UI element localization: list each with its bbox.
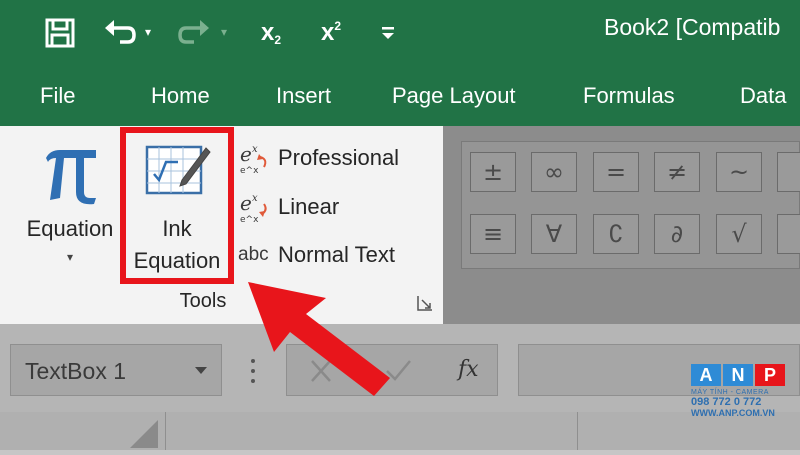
tab-formulas[interactable]: Formulas [583,66,675,126]
select-all-corner-icon[interactable] [128,418,160,450]
ink-equation-icon [144,142,212,202]
svg-text:e: e [240,191,252,215]
svg-text:x: x [252,193,258,204]
symbol-for-all[interactable]: ∀ [531,214,577,254]
name-box-dropdown-icon[interactable] [193,362,209,378]
redo-icon[interactable] [176,14,214,52]
logo-tagline: MÁY TÍNH - CAMERA [691,389,769,396]
normal-text-button[interactable]: abc Normal Text [238,238,395,272]
red-arrow-annotation [226,268,396,398]
superscript-2: 2 [334,19,342,33]
symbol-root[interactable]: √ [716,214,762,254]
symbol-complement[interactable]: ∁ [593,214,639,254]
professional-label: Professional [278,145,400,170]
redo-dropdown-icon[interactable]: ▾ [216,22,232,42]
svg-text:e^x: e^x [240,215,259,224]
ink-label-line2: Equation [133,248,221,273]
normal-text-label: Normal Text [278,242,395,267]
symbol-tilde[interactable]: ~ [716,152,762,192]
equation-dropdown-icon: ▾ [66,250,74,264]
logo-letter-a: A [691,364,721,386]
column-divider [577,412,578,450]
anp-watermark-logo: A N P MÁY TÍNH - CAMERA 098 772 0 772 WW… [691,364,791,434]
undo-icon[interactable] [100,14,138,52]
insert-function-icon[interactable]: fx [458,352,488,388]
subscript-2: 2 [274,33,282,47]
equation-button[interactable]: Equation ▾ [14,138,126,278]
ink-equation-button[interactable]: Ink Equation [127,134,227,277]
symbol-not-equal[interactable]: ≠ [654,152,700,192]
symbol-partial-row2[interactable] [777,214,800,254]
linear-label: Linear [278,194,340,219]
svg-text:e^x: e^x [240,166,259,175]
tab-insert[interactable]: Insert [276,66,331,126]
subscript-icon[interactable]: x2 [254,14,288,52]
tab-page-layout[interactable]: Page Layout [392,66,516,126]
symbol-equals[interactable]: = [593,152,639,192]
symbol-plus-minus[interactable]: ± [470,152,516,192]
symbol-infinity[interactable]: ∞ [531,152,577,192]
tab-home[interactable]: Home [151,66,210,126]
symbol-identical[interactable]: ≡ [470,214,516,254]
normal-text-icon: abc [238,244,269,265]
dialog-launcher-icon[interactable] [416,294,434,312]
save-icon[interactable] [40,14,80,52]
superscript-icon[interactable]: x2 [314,14,348,52]
ink-label-line1: Ink [162,216,192,241]
worksheet-header-area [0,412,800,450]
subscript-x: x [260,19,275,46]
professional-button[interactable]: e x e^x Professional [238,141,400,176]
logo-letter-n: N [723,364,753,386]
customize-toolbar-icon[interactable] [376,14,400,52]
window-title: Book2 [Compatib [604,14,781,40]
undo-dropdown-icon[interactable]: ▾ [140,22,156,42]
logo-letter-p: P [755,364,785,386]
name-box[interactable]: TextBox 1 [10,344,222,396]
name-box-value: TextBox 1 [25,358,126,384]
professional-icon: e x e^x [238,141,274,176]
linear-button[interactable]: e x e^x Linear [238,190,340,225]
tab-file[interactable]: File [40,66,75,126]
pi-icon [40,142,100,208]
tab-data[interactable]: Data [740,66,786,126]
symbol-partial-row1[interactable] [777,152,800,192]
column-divider [165,412,166,450]
superscript-x: x [320,19,335,46]
linear-icon: e x e^x [238,190,274,225]
svg-text:e: e [240,142,252,166]
svg-text:x: x [252,144,258,155]
logo-website: WWW.ANP.COM.VN [691,408,775,418]
equation-label: Equation [26,216,114,241]
symbol-partial[interactable]: ∂ [654,214,700,254]
logo-phone: 098 772 0 772 [691,396,762,408]
